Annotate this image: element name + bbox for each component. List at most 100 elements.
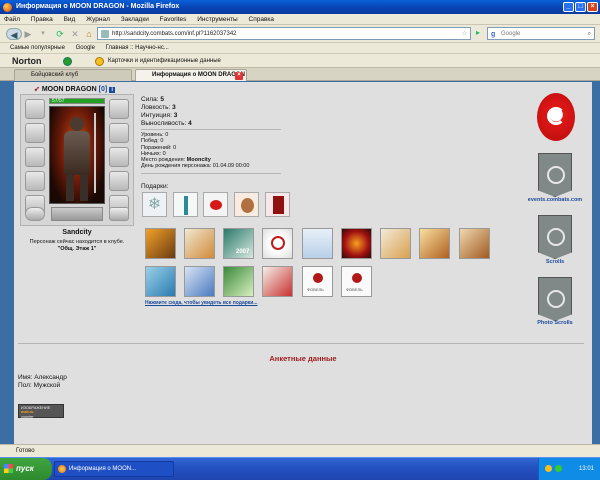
history-dropdown-icon[interactable]: ▾	[37, 28, 49, 40]
helmet-slot[interactable]	[25, 99, 45, 119]
card-8[interactable]	[419, 228, 450, 259]
close-button[interactable]: ×	[587, 2, 598, 12]
stop-icon[interactable]: ✕	[69, 28, 81, 40]
close-tab-icon[interactable]: ×	[235, 72, 243, 80]
section-divider	[18, 343, 584, 344]
menu-bookmarks[interactable]: Закладки	[121, 16, 149, 23]
armor-slot[interactable]	[25, 171, 45, 191]
site-favicon	[101, 30, 109, 38]
gifts-label: Подарки:	[141, 183, 169, 190]
events-logo-icon[interactable]	[537, 93, 575, 141]
taskbar-firefox-item[interactable]: Информация о MOON...	[54, 461, 174, 477]
weapon-slot[interactable]	[25, 147, 45, 167]
teddy-bear-gift[interactable]	[234, 192, 259, 217]
character-avatar[interactable]	[49, 106, 105, 204]
bookmark-most-visited[interactable]: Самые популярные	[10, 45, 65, 51]
lighthouse-gift[interactable]	[173, 192, 198, 217]
window-titlebar: Информация о MOON DRAGON - Mozilla Firef…	[0, 0, 600, 14]
bookmark-main[interactable]: Главная :: Научно-нс...	[106, 45, 169, 51]
ring-slot[interactable]	[109, 123, 129, 143]
card-10[interactable]	[145, 266, 176, 297]
forward-button[interactable]: ▶	[22, 28, 34, 40]
book-gift[interactable]	[265, 192, 290, 217]
mailru-counter[interactable]: ИЗОБРАЖЕНИЕ mail.ru counter	[18, 404, 64, 419]
leggings-slot[interactable]	[109, 171, 129, 191]
stat-intuition: Интуиция: 3	[141, 112, 178, 119]
card-6[interactable]	[341, 228, 372, 259]
scrolls-banner-icon[interactable]	[538, 215, 572, 259]
maximize-button[interactable]: □	[575, 2, 586, 12]
events-banner-icon[interactable]	[538, 153, 572, 197]
windows-logo-icon	[4, 464, 13, 473]
card-5[interactable]	[302, 228, 333, 259]
amulet-slot[interactable]	[109, 207, 129, 221]
card-3[interactable]: 2007	[223, 228, 254, 259]
card-15[interactable]: ФОВЕЛЬ	[341, 266, 372, 297]
card-1[interactable]	[145, 228, 176, 259]
earring-slot[interactable]	[25, 123, 45, 143]
norton-logo: Norton	[12, 56, 42, 66]
menu-tools[interactable]: Инструменты	[197, 16, 238, 23]
menu-file[interactable]: Файл	[4, 16, 20, 23]
identity-safe-icon	[95, 57, 104, 66]
shield-slot[interactable]	[109, 147, 129, 167]
gloves-slot[interactable]	[109, 99, 129, 119]
tab-bar: Бойцовский клуб Информация о MOON DRAGON…	[0, 68, 600, 81]
card-11[interactable]	[184, 266, 215, 297]
card-14[interactable]: ФОВЕЛЬ	[302, 266, 333, 297]
search-icon[interactable]: ⌕	[588, 28, 591, 40]
photo-scrolls-link[interactable]: Photo Scrolls	[525, 320, 585, 326]
norton-check-icon[interactable]	[63, 57, 72, 66]
scrolls-link[interactable]: Scrolls	[525, 259, 585, 265]
system-tray: 13:01	[538, 458, 600, 480]
menu-history[interactable]: Журнал	[86, 16, 110, 23]
profile-name: Имя: Александр	[18, 374, 67, 381]
norton-tray-icon[interactable]	[545, 465, 552, 472]
start-button[interactable]: пуск	[0, 458, 52, 480]
minimize-button[interactable]: _	[563, 2, 574, 12]
bookmarks-toolbar: Самые популярные Google Главная :: Научн…	[0, 43, 600, 54]
info-birthday: День рождения персонажа: 01.04.09 00:00	[141, 163, 250, 170]
tab-character-info[interactable]: Информация о MOON DRAGON ×	[135, 69, 247, 81]
card-4[interactable]	[262, 228, 293, 259]
page-content: ➹ MOON DRAGON [0] i 57/57 Sandcity Персо…	[14, 82, 592, 444]
address-bar[interactable]: http://sandcity.combats.com/inf.pl?11620…	[97, 27, 471, 40]
snowflake-gift[interactable]: ❄	[142, 192, 167, 217]
card-13[interactable]	[262, 266, 293, 297]
home-icon[interactable]: ⌂	[83, 28, 95, 40]
character-header: ➹ MOON DRAGON [0] i	[34, 85, 134, 93]
norton-identity-item[interactable]: Карточки и идентификационные данные	[108, 54, 221, 68]
menu-view[interactable]: Вид	[64, 16, 76, 23]
photo-scrolls-banner-icon[interactable]	[538, 277, 572, 321]
all-gifts-link[interactable]: Нажмите сюда, чтобы увидеть все подарки.…	[145, 300, 258, 306]
heart-box-gift[interactable]	[203, 192, 228, 217]
card-7[interactable]	[380, 228, 411, 259]
search-placeholder: Google	[501, 31, 521, 37]
menu-help[interactable]: Справка	[249, 16, 275, 23]
firefox-taskbar-icon	[58, 465, 66, 473]
card-12[interactable]	[223, 266, 254, 297]
window-title: Информация о MOON DRAGON - Mozilla Firef…	[16, 3, 180, 10]
tab-fight-club[interactable]: Бойцовский клуб	[14, 69, 132, 81]
reload-icon[interactable]: ⟳	[54, 28, 66, 40]
bookmark-star-icon[interactable]: ☆	[462, 28, 467, 40]
belt-items-slot[interactable]	[51, 207, 103, 221]
menu-favorites[interactable]: Favorites	[160, 16, 187, 23]
menu-edit[interactable]: Правка	[31, 16, 53, 23]
search-box[interactable]: g Google ⌕	[487, 27, 595, 40]
info-block: Уровень: 0 Побед: 0 Поражений: 0 Ничьих:…	[141, 132, 249, 170]
stats-divider	[141, 129, 281, 130]
stat-endurance: Выносливость: 4	[141, 120, 192, 127]
bookmark-google[interactable]: Google	[76, 45, 95, 51]
go-icon[interactable]: ▸	[476, 28, 484, 39]
info-icon[interactable]: i	[109, 87, 116, 93]
card-2[interactable]	[184, 228, 215, 259]
events-link[interactable]: events.combats.com	[525, 197, 585, 203]
address-url: http://sandcity.combats.com/inf.pl?11620…	[112, 31, 237, 37]
card-9[interactable]	[459, 228, 490, 259]
back-button[interactable]: ◀	[6, 28, 22, 40]
character-name: MOON DRAGON	[41, 86, 97, 93]
tray-status-icon[interactable]	[555, 465, 562, 472]
bracelet-slot[interactable]	[25, 207, 45, 221]
stats-block: Сила: 5 Ловкость: 3 Интуиция: 3 Вынослив…	[141, 96, 192, 128]
